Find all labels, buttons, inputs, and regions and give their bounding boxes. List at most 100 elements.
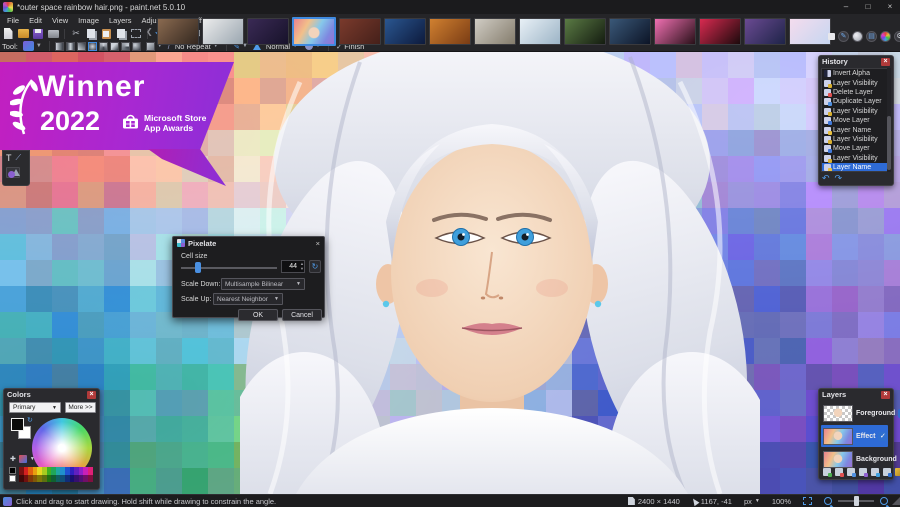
image-thumbnail-pink-cat-photo[interactable] bbox=[653, 18, 696, 45]
history-item[interactable]: Layer Name bbox=[822, 162, 887, 171]
cancel-button[interactable]: Cancel bbox=[282, 309, 322, 321]
gradient-mode-8-button[interactable] bbox=[131, 41, 141, 51]
layer-row-background[interactable]: Background✓ bbox=[821, 448, 900, 470]
undo-icon[interactable]: ↶ bbox=[822, 174, 830, 183]
primary-color-swatch[interactable] bbox=[11, 418, 24, 431]
gradient-mode-2-button[interactable] bbox=[65, 41, 75, 51]
gradient-mode-3-button[interactable] bbox=[76, 41, 86, 51]
zoom-slider-thumb[interactable] bbox=[854, 496, 859, 506]
scroll-left-icon[interactable]: ❮ bbox=[146, 27, 153, 36]
del-layer-icon[interactable] bbox=[835, 468, 844, 477]
deselect-icon[interactable] bbox=[130, 28, 142, 39]
menu-item-layers[interactable]: Layers bbox=[104, 15, 137, 27]
zoom-level-dropdown[interactable]: 100% bbox=[772, 497, 791, 506]
zoom-slider[interactable] bbox=[838, 496, 874, 506]
image-thumbnail-moon-water-photo[interactable] bbox=[608, 18, 651, 45]
history-item[interactable]: Delete Layer bbox=[822, 88, 887, 97]
history-item[interactable]: Layer Visibility bbox=[822, 135, 887, 144]
palette-color[interactable] bbox=[87, 467, 93, 475]
gradient-mode-5-button[interactable] bbox=[98, 41, 108, 51]
copy-icon[interactable] bbox=[85, 28, 97, 39]
history-item[interactable]: Duplicate Layer bbox=[822, 97, 887, 107]
close-button[interactable]: × bbox=[882, 1, 898, 12]
menu-item-image[interactable]: Image bbox=[73, 15, 104, 27]
image-thumbnail-rainbow-hair-photo[interactable] bbox=[291, 17, 336, 46]
layer-row-effect[interactable]: Effect ✓ bbox=[821, 425, 888, 447]
reset-icon[interactable]: ↻ bbox=[309, 260, 321, 273]
resize-grip[interactable] bbox=[892, 497, 900, 505]
redo-icon[interactable]: ↷ bbox=[835, 174, 843, 183]
crop-icon[interactable] bbox=[115, 28, 127, 39]
zoom-to-window-icon[interactable] bbox=[803, 497, 812, 505]
history-item[interactable]: Layer Visibility bbox=[822, 78, 887, 88]
print-icon[interactable] bbox=[47, 28, 59, 39]
history-item[interactable]: Move Layer bbox=[822, 116, 887, 126]
history-item[interactable]: Layer Visibility bbox=[822, 107, 887, 116]
props-layer-icon[interactable] bbox=[895, 468, 900, 476]
image-thumbnail-room-photo[interactable] bbox=[156, 18, 199, 45]
slider-thumb[interactable] bbox=[195, 262, 201, 273]
image-thumbnail-night-city-photo[interactable] bbox=[383, 18, 426, 45]
zoom-in-icon[interactable] bbox=[880, 497, 888, 505]
gradient-mode-7-button[interactable] bbox=[120, 41, 130, 51]
image-thumbnail-valley-photo[interactable] bbox=[563, 18, 606, 45]
zoom-out-icon[interactable] bbox=[824, 497, 832, 505]
settings-icon[interactable]: ⚙ bbox=[894, 30, 900, 42]
minimize-button[interactable]: – bbox=[838, 1, 854, 12]
down-layer-icon[interactable] bbox=[883, 468, 892, 477]
gradient-mode-6-button[interactable] bbox=[109, 41, 119, 51]
ok-button[interactable]: OK bbox=[238, 309, 278, 321]
save-icon[interactable] bbox=[32, 28, 44, 39]
image-thumbnail-red-rock-photo[interactable] bbox=[338, 18, 381, 45]
image-thumbnail-orange-scene-photo[interactable] bbox=[428, 18, 471, 45]
palette-color[interactable] bbox=[87, 474, 93, 482]
image-thumbnail-pastel-photo[interactable] bbox=[788, 18, 831, 45]
image-thumbnail-galaxy-photo[interactable] bbox=[743, 18, 786, 45]
unit-dropdown[interactable]: px ▼ bbox=[744, 497, 760, 506]
scale-down-dropdown[interactable]: Multisample Bilinear ▼ bbox=[221, 278, 305, 290]
float-windows-icon[interactable] bbox=[828, 32, 835, 40]
image-thumbnail-mountain-photo[interactable] bbox=[201, 18, 244, 45]
text-tool-icon[interactable]: T bbox=[6, 153, 12, 163]
spinner-arrows[interactable]: ▲ ▼ bbox=[299, 261, 305, 272]
layer-row-foreground[interactable]: Foreground✓ bbox=[821, 402, 900, 424]
new-icon[interactable] bbox=[2, 28, 14, 39]
up-layer-icon[interactable] bbox=[871, 468, 880, 477]
layers-close-icon[interactable]: × bbox=[881, 390, 890, 399]
dialog-close-icon[interactable]: × bbox=[316, 239, 320, 248]
dialog-title-bar[interactable]: Pixelate × bbox=[173, 237, 324, 249]
active-tool-dropdown[interactable]: ▼ bbox=[21, 40, 44, 52]
palette-black-swatch[interactable] bbox=[9, 467, 16, 474]
gradient-mode-1-button[interactable] bbox=[54, 41, 64, 51]
color-mode-select[interactable]: Primary ▼ bbox=[9, 402, 61, 413]
image-thumbnail-space-rainbow-photo[interactable] bbox=[246, 18, 289, 45]
palette-icon[interactable] bbox=[18, 455, 27, 463]
shapes-tool-icon[interactable] bbox=[6, 167, 20, 178]
cut-icon[interactable]: ✂ bbox=[70, 28, 82, 39]
history-item[interactable]: Layer Visibility bbox=[822, 154, 887, 163]
open-icon[interactable] bbox=[17, 28, 29, 39]
add-layer-icon[interactable] bbox=[823, 468, 832, 477]
colors-more-button[interactable]: More >> bbox=[65, 402, 96, 413]
image-thumbnail-red-flower-photo[interactable] bbox=[698, 18, 741, 45]
history-item[interactable]: Invert Alpha bbox=[822, 69, 887, 78]
colors-close-icon[interactable]: × bbox=[87, 390, 96, 399]
menu-item-file[interactable]: File bbox=[2, 15, 24, 27]
history-scrollbar[interactable] bbox=[887, 68, 891, 172]
merge-layer-icon[interactable] bbox=[859, 468, 868, 477]
maximize-button[interactable]: □ bbox=[860, 1, 876, 12]
palette-white-swatch[interactable] bbox=[9, 475, 16, 482]
gradient-mode-4-button[interactable] bbox=[87, 41, 97, 51]
swap-colors-icon[interactable]: ↻ bbox=[27, 416, 33, 424]
image-thumbnail-snow-photo[interactable] bbox=[518, 18, 561, 45]
image-thumbnail-animal-photo[interactable] bbox=[473, 18, 516, 45]
colors-icon[interactable] bbox=[880, 30, 891, 42]
paste-icon[interactable] bbox=[100, 28, 112, 39]
menu-item-view[interactable]: View bbox=[47, 15, 73, 27]
menu-item-edit[interactable]: Edit bbox=[24, 15, 47, 27]
history-item[interactable]: Move Layer bbox=[822, 144, 887, 154]
add-palette-icon[interactable]: ✚ bbox=[10, 455, 16, 463]
history-icon[interactable] bbox=[852, 30, 863, 42]
tools-icon[interactable]: ✎ bbox=[838, 30, 849, 42]
history-item[interactable]: Layer Name bbox=[822, 125, 887, 135]
